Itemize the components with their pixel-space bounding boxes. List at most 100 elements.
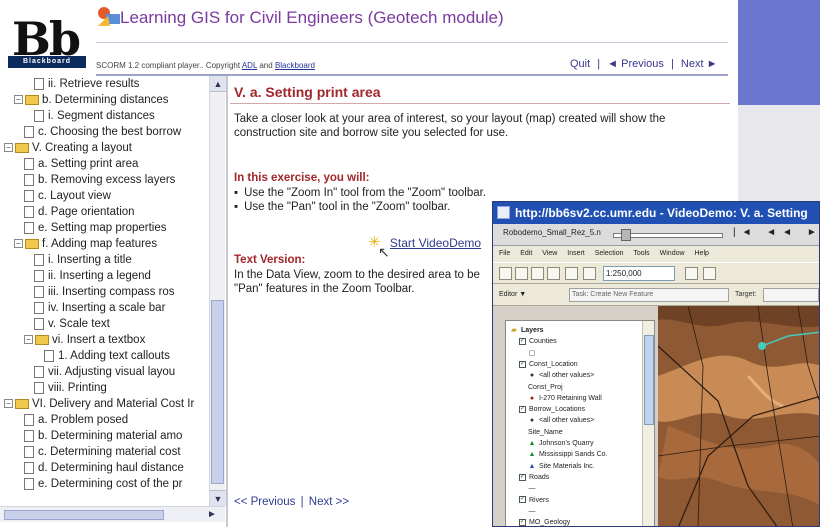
tree-item[interactable]: b. Determining material amo	[24, 428, 182, 444]
player-controls[interactable]: |◄ ◄◄ ►	[733, 227, 819, 238]
tree-item-label: c. Layout view	[38, 190, 111, 202]
layer-visibility-checkbox[interactable]: ✓	[519, 473, 526, 481]
tree-item[interactable]: i. Segment distances	[34, 108, 155, 124]
bottom-previous-link[interactable]: << Previous	[234, 496, 295, 508]
tree-item[interactable]: c. Layout view	[24, 188, 111, 204]
collapse-toggle-icon[interactable]: −	[14, 95, 23, 105]
layer-visibility-checkbox[interactable]: ✓	[519, 337, 526, 345]
toc-scrollbar[interactable]	[642, 321, 654, 526]
toc-layer-label: Const_Location	[529, 360, 578, 368]
tree-item[interactable]: d. Page orientation	[24, 204, 135, 220]
page-icon	[24, 189, 34, 202]
editor-toolbar-icon[interactable]	[685, 267, 698, 280]
map-view[interactable]	[658, 306, 820, 527]
player-progress-knob[interactable]	[621, 229, 631, 241]
tree-item[interactable]: ii. Retrieve results	[34, 76, 139, 92]
standard-toolbar: 1:250,000	[493, 262, 819, 284]
layers-folder-icon: ▰	[511, 327, 517, 334]
layer-visibility-checkbox[interactable]: ✓	[519, 496, 526, 504]
menu-help[interactable]: Help	[695, 250, 709, 257]
start-videodemo-link[interactable]: Start VideoDemo	[390, 236, 481, 250]
tree-item[interactable]: e. Determining cost of the pr	[24, 476, 182, 492]
menu-insert[interactable]: Insert	[567, 250, 585, 257]
video-demo-window: http://bb6sv2.cc.umr.edu - VideoDemo: V.…	[492, 201, 820, 527]
tree-item-label: VI. Delivery and Material Cost Ir	[32, 398, 195, 410]
tree-item[interactable]: v. Scale text	[34, 316, 110, 332]
open-folder-icon[interactable]	[515, 267, 528, 280]
page-icon	[34, 301, 44, 314]
collapse-toggle-icon[interactable]: −	[4, 143, 13, 153]
toc-scroll-thumb[interactable]	[644, 335, 654, 425]
cut-icon[interactable]	[565, 267, 578, 280]
tree-item-label: a. Problem posed	[38, 414, 129, 426]
menu-file[interactable]: File	[499, 250, 510, 257]
tree-horizontal-scrollbar[interactable]: ►	[0, 506, 225, 522]
editor-menu[interactable]: Editor ▼	[499, 291, 526, 298]
menu-edit[interactable]: Edit	[520, 250, 532, 257]
tree-item[interactable]: e. Setting map properties	[24, 220, 167, 236]
layer-visibility-checkbox[interactable]: ✓	[519, 518, 526, 526]
page-icon	[24, 445, 34, 458]
task-dropdown[interactable]: Task: Create New Feature	[569, 288, 729, 302]
tree-item[interactable]: c. Determining material cost	[24, 444, 181, 460]
tree-item[interactable]: − VI. Delivery and Material Cost Ir	[4, 396, 194, 412]
layer-visibility-checkbox[interactable]: ✓	[519, 405, 526, 413]
print-icon[interactable]	[547, 267, 560, 280]
menu-window[interactable]: Window	[660, 250, 685, 257]
previous-button[interactable]: ◄ Previous	[607, 58, 664, 70]
tree-item[interactable]: − vi. Insert a textbox	[24, 332, 145, 348]
tree-item-label: i. Segment distances	[48, 110, 155, 122]
tree-item[interactable]: iv. Inserting a scale bar	[34, 300, 165, 316]
editor-toolbar: Editor ▼ Task: Create New Feature Target…	[493, 284, 819, 306]
course-tree-panel: ii. Retrieve results − b. Determining dist…	[0, 76, 228, 527]
video-window-titlebar[interactable]: http://bb6sv2.cc.umr.edu - VideoDemo: V.…	[493, 202, 819, 224]
collapse-toggle-icon[interactable]: −	[4, 399, 13, 409]
layer-visibility-checkbox[interactable]: ✓	[519, 360, 526, 368]
map-scale-input[interactable]: 1:250,000	[603, 266, 675, 281]
new-document-icon[interactable]	[499, 267, 512, 280]
tree-item[interactable]: a. Problem posed	[24, 412, 128, 428]
tree-item[interactable]: − f. Adding map features	[14, 236, 157, 252]
tree-item-label: d. Page orientation	[38, 206, 135, 218]
tree-item[interactable]: viii. Printing	[34, 380, 107, 396]
arctoolbox-icon[interactable]	[703, 267, 716, 280]
menu-view[interactable]: View	[542, 250, 557, 257]
add-data-icon[interactable]	[583, 267, 596, 280]
tree-item[interactable]: vii. Adjusting visual layou	[34, 364, 175, 380]
scroll-up-icon[interactable]: ▲	[210, 76, 226, 92]
bottom-next-link[interactable]: Next >>	[309, 496, 349, 508]
tree-item[interactable]: a. Setting print area	[24, 156, 138, 172]
tree-hscroll-thumb[interactable]	[4, 510, 164, 520]
blackboard-link[interactable]: Blackboard	[275, 61, 315, 70]
scroll-down-icon[interactable]: ▼	[210, 490, 226, 506]
tree-item[interactable]: 1. Adding text callouts	[44, 348, 170, 364]
tree-vertical-scrollbar[interactable]: ▲ ▼	[209, 76, 226, 506]
tree-item-label: iii. Inserting compass ros	[48, 286, 175, 298]
course-icon	[98, 7, 120, 26]
folder-icon	[25, 238, 39, 249]
tree-item-label: 1. Adding text callouts	[58, 350, 170, 362]
tree-scroll-thumb[interactable]	[211, 300, 224, 484]
tree-item[interactable]: b. Removing excess layers	[24, 172, 175, 188]
tree-item[interactable]: ii. Inserting a legend	[34, 268, 151, 284]
tree-item[interactable]: i. Inserting a title	[34, 252, 132, 268]
page-icon	[24, 157, 34, 170]
toc-layer-item[interactable]: ✓ MO_Geology	[519, 516, 570, 526]
target-dropdown[interactable]	[763, 288, 819, 302]
tree-item[interactable]: − V. Creating a layout	[4, 140, 132, 156]
title-divider	[96, 42, 728, 43]
tree-item-label: b. Determining material amo	[38, 430, 183, 442]
menu-tools[interactable]: Tools	[633, 250, 649, 257]
tree-item[interactable]: c. Choosing the best borrow	[24, 124, 181, 140]
scroll-right-icon[interactable]: ►	[204, 507, 220, 523]
tree-item[interactable]: iii. Inserting compass ros	[34, 284, 175, 300]
tree-item[interactable]: d. Determining haul distance	[24, 460, 184, 476]
collapse-toggle-icon[interactable]: −	[14, 239, 23, 249]
menu-selection[interactable]: Selection	[595, 250, 624, 257]
tree-item[interactable]: − b. Determining distances	[14, 92, 169, 108]
quit-button[interactable]: Quit	[570, 58, 590, 70]
save-icon[interactable]	[531, 267, 544, 280]
adl-link[interactable]: ADL	[242, 61, 257, 70]
collapse-toggle-icon[interactable]: −	[24, 335, 33, 345]
next-button[interactable]: Next ►	[681, 58, 718, 70]
